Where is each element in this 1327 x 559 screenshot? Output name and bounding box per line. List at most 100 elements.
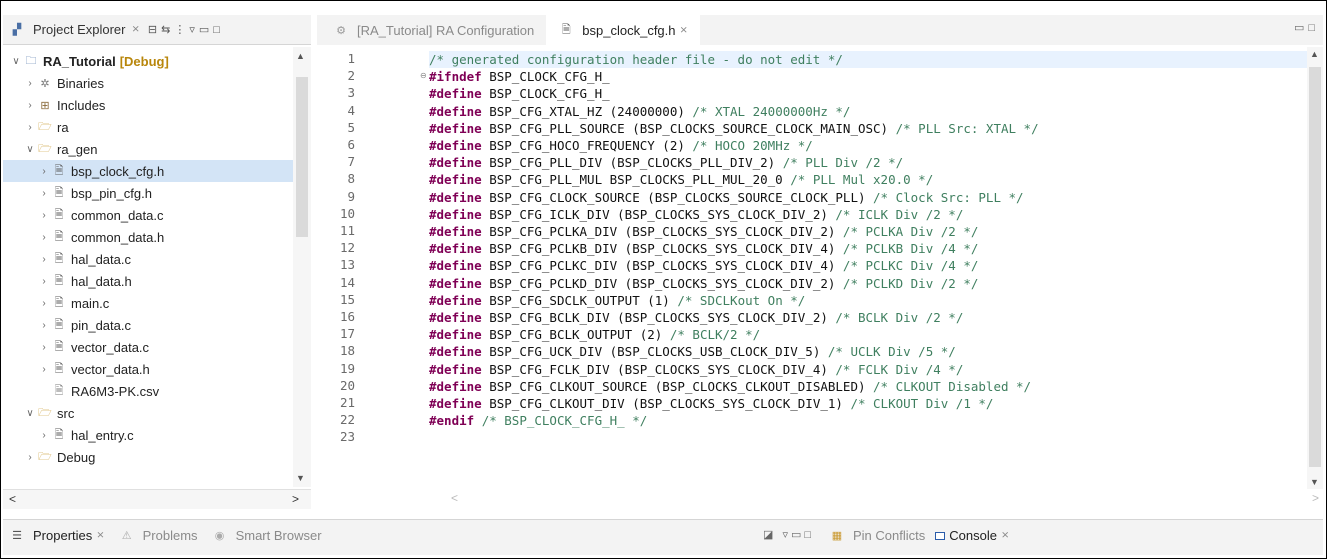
code-text: BSP_CFG_PCLKB_DIV (BSP_CLOCKS_SYS_CLOCK_… [481, 241, 843, 257]
bottom-left-tabs: ☰ Properties ⨯ ⚠ Problems ◉ Smart Browse… [9, 528, 322, 543]
explorer-horizontal-scrollbar[interactable]: < > [3, 489, 311, 509]
tree-item[interactable]: › 🗎 vector_data.h [3, 358, 149, 380]
minimize-icon[interactable]: ▭ [1294, 22, 1308, 34]
chevron-right-icon[interactable]: › [23, 78, 37, 89]
tree-item[interactable]: ∨ 🗀 RA_Tutorial [Debug] [3, 50, 169, 72]
close-icon[interactable]: ⨯ [1001, 530, 1009, 541]
tab-bsp-clock-cfg[interactable]: 🗎 bsp_clock_cfg.h ⨯ [546, 15, 700, 45]
close-icon[interactable]: ⨯ [96, 530, 104, 541]
editor-vertical-scrollbar[interactable]: ▲ ▼ [1307, 47, 1323, 489]
tree-item[interactable]: › ⊞ Includes [3, 94, 105, 116]
line-number: 12 [339, 240, 355, 256]
chevron-right-icon[interactable]: › [37, 166, 51, 177]
tree-item[interactable]: › 🗎 bsp_clock_cfg.h [3, 160, 293, 182]
chevron-right-icon[interactable]: › [37, 254, 51, 265]
view-menu-icon[interactable]: ▿ [189, 23, 195, 36]
open-console-icon[interactable]: ◪ [763, 529, 776, 541]
scroll-right-icon[interactable]: > [1312, 491, 1319, 505]
tree-item[interactable]: › 🗎 common_data.c [3, 204, 163, 226]
tree-item[interactable]: › 🗎 hal_data.h [3, 270, 131, 292]
tree-item[interactable]: › 🗁 Debug [3, 446, 95, 468]
tree-item[interactable]: › 🗎 vector_data.c [3, 336, 149, 358]
editor-horizontal-scrollbar[interactable]: < > [447, 491, 1323, 509]
line-number: 16 [339, 309, 355, 324]
collapse-all-icon[interactable]: ⊟ [148, 23, 157, 36]
link-with-editor-icon[interactable]: ⇆ [161, 23, 170, 36]
tree-item[interactable]: ∨ 🗁 ra_gen [3, 138, 97, 160]
minimize-icon[interactable]: ▭ [791, 529, 804, 541]
tab-ra-configuration[interactable]: ⚙ [RA_Tutorial] RA Configuration [321, 15, 546, 45]
close-icon[interactable]: ⨯ [680, 25, 688, 36]
tree-item[interactable]: › 🗁 ra [3, 116, 68, 138]
tree-item[interactable]: 🗎 RA6M3-PK.csv [3, 380, 160, 402]
tab-console[interactable]: Console ⨯ [935, 528, 1009, 543]
tab-problems-label: Problems [142, 528, 198, 543]
tab-project-explorer[interactable]: ▞ Project Explorer ⨯ [9, 22, 140, 37]
code-comment: /* BCLK/2 */ [669, 327, 761, 343]
scroll-thumb[interactable] [296, 77, 308, 237]
chevron-right-icon[interactable]: › [37, 342, 51, 353]
c-file-icon: 🗎 [54, 428, 64, 441]
view-menu-icon[interactable]: ▿ [782, 529, 791, 541]
explorer-vertical-scrollbar[interactable]: ▲ ▼ [293, 47, 311, 487]
code-text: BSP_CFG_BCLK_DIV (BSP_CLOCKS_SYS_CLOCK_D… [481, 310, 836, 325]
scroll-up-icon[interactable]: ▲ [1310, 49, 1319, 59]
code-line: #define BSP_CLOCK_CFG_H_ [429, 85, 610, 102]
chevron-right-icon[interactable]: › [37, 298, 51, 309]
code-text: BSP_CFG_PLL_MUL BSP_CLOCKS_PLL_MUL_20_0 [481, 172, 791, 188]
tab-properties[interactable]: ☰ Properties ⨯ [9, 528, 105, 543]
tab-smart-browser[interactable]: ◉ Smart Browser [212, 528, 322, 543]
chevron-down-icon[interactable]: ∨ [23, 144, 37, 155]
filter-icon[interactable]: ⋮ [174, 23, 185, 36]
code-editor[interactable]: 1 /* generated configuration header file … [317, 47, 1307, 489]
fold-toggle-icon[interactable]: ⊖ [420, 71, 427, 80]
scroll-left-icon[interactable]: < [451, 491, 458, 505]
tree-item[interactable]: › 🗎 common_data.h [3, 226, 164, 248]
scroll-down-icon[interactable]: ▼ [1310, 477, 1319, 487]
folder-icon: 🗁 [38, 142, 52, 155]
close-icon[interactable]: ⨯ [131, 24, 139, 35]
tree-item[interactable]: › 🗎 hal_entry.c [3, 424, 133, 446]
tree-item[interactable]: › ✲ Binaries [3, 72, 104, 94]
chevron-down-icon[interactable]: ∨ [23, 408, 37, 419]
chevron-right-icon[interactable]: › [23, 452, 37, 463]
chevron-right-icon[interactable]: › [37, 364, 51, 375]
code-comment: /* PLL Mul x20.0 */ [790, 172, 934, 188]
chevron-right-icon[interactable]: › [37, 276, 51, 287]
line-number: 20 [339, 377, 355, 393]
scroll-down-icon[interactable]: ▼ [296, 473, 305, 483]
preprocessor-keyword: #define [429, 327, 482, 343]
chevron-right-icon[interactable]: › [23, 122, 37, 133]
scroll-thumb[interactable] [1309, 67, 1321, 467]
preprocessor-keyword: #define [429, 378, 482, 394]
chevron-right-icon[interactable]: › [37, 188, 51, 199]
tree-item[interactable]: › 🗎 pin_data.c [3, 314, 131, 336]
chevron-down-icon[interactable]: ∨ [9, 56, 23, 67]
chevron-right-icon[interactable]: › [37, 430, 51, 441]
tree-item[interactable]: › 🗎 main.c [3, 292, 109, 314]
tab-pin-conflicts[interactable]: ▦ Pin Conflicts [829, 528, 925, 543]
preprocessor-keyword: #define [429, 361, 482, 377]
code-line: #define BSP_CFG_CLKOUT_DIV (BSP_CLOCKS_S… [429, 395, 993, 412]
maximize-icon[interactable]: □ [804, 529, 814, 541]
scroll-right-icon[interactable]: > [292, 492, 299, 506]
scroll-up-icon[interactable]: ▲ [296, 51, 305, 61]
tree-item[interactable]: › 🗎 bsp_pin_cfg.h [3, 182, 152, 204]
tree-item[interactable]: › 🗎 hal_data.c [3, 248, 131, 270]
maximize-icon[interactable]: □ [213, 24, 220, 36]
scroll-left-icon[interactable]: < [9, 492, 16, 506]
code-comment: /* ICLK Div /2 */ [835, 206, 964, 222]
tree-item[interactable]: ∨ 🗁 src [3, 402, 74, 424]
minimize-icon[interactable]: ▭ [199, 23, 209, 36]
chevron-right-icon[interactable]: › [37, 232, 51, 243]
properties-icon: ☰ [12, 530, 22, 542]
maximize-icon[interactable]: □ [1308, 22, 1319, 34]
preprocessor-keyword: #define [429, 138, 482, 153]
chevron-right-icon[interactable]: › [37, 210, 51, 221]
tab-problems[interactable]: ⚠ Problems [119, 528, 198, 543]
chevron-right-icon[interactable]: › [23, 100, 37, 111]
editor-panel: ⚙ [RA_Tutorial] RA Configuration 🗎 bsp_c… [317, 15, 1323, 515]
line-number: 13 [339, 257, 355, 273]
code-line: #ifndef BSP_CLOCK_CFG_H_ [429, 68, 610, 85]
chevron-right-icon[interactable]: › [37, 320, 51, 331]
